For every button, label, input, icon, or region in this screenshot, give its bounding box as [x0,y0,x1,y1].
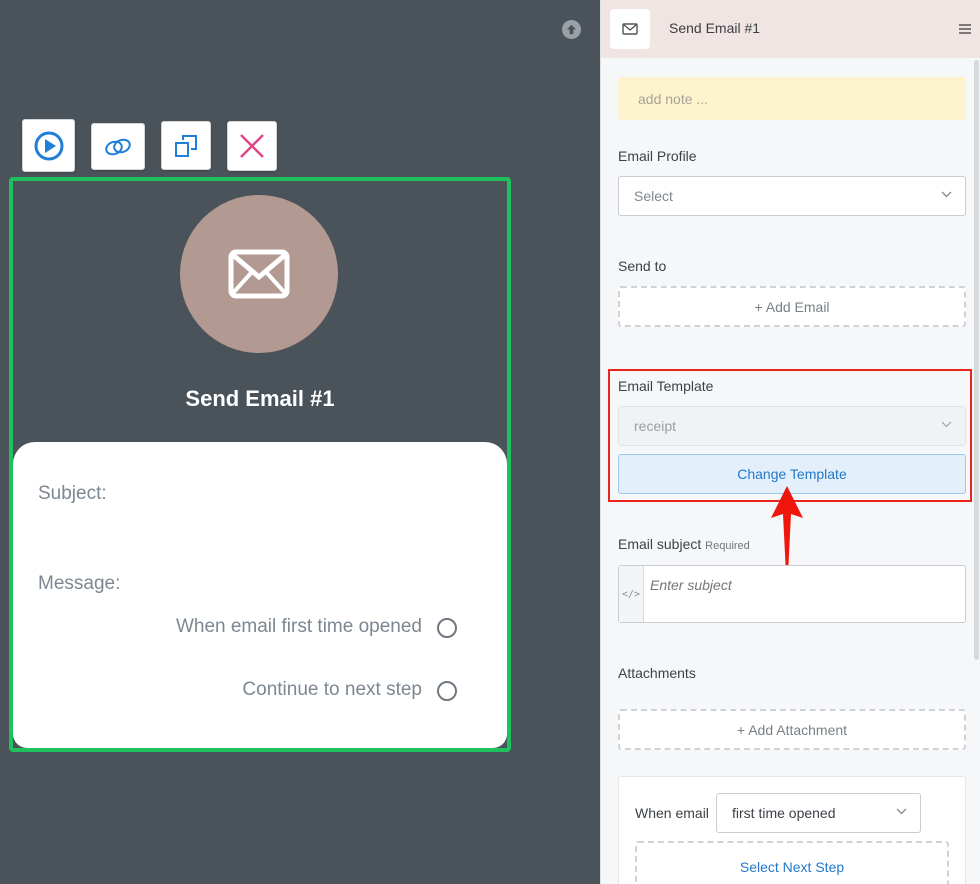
subject-label: Subject: [38,483,107,504]
link-button[interactable] [91,123,145,170]
link-icon [105,138,131,155]
send-to-label: Send to [618,258,667,274]
chevron-down-icon [941,191,952,198]
duplicate-button[interactable] [161,121,211,170]
email-template-label: Email Template [618,378,714,394]
email-profile-value: Select [634,188,673,204]
play-icon [34,131,63,160]
option-continue-connector[interactable] [437,681,457,701]
message-label: Message: [38,573,121,594]
select-next-step-button[interactable]: Select Next Step [635,841,949,884]
envelope-icon [228,249,290,299]
add-attachment-button[interactable]: + Add Attachment [618,709,966,750]
settings-panel: Send Email #1 add note ... Email Profile… [600,0,980,884]
when-condition-card: When email first time opened Select Next… [618,776,966,884]
chevron-down-icon [941,421,952,428]
option-first-opened-connector[interactable] [437,618,457,638]
required-badge: Required [705,540,750,552]
email-template-value: receipt [634,418,677,434]
attachments-label: Attachments [618,665,696,681]
workflow-canvas: Send Email #1 Subject: Message: When ema… [0,0,600,884]
arrow-up-icon[interactable] [562,20,581,39]
add-email-button[interactable]: + Add Email [618,286,966,327]
copy-icon [175,134,197,157]
code-icon[interactable]: </> [619,566,644,622]
subject-input[interactable] [650,577,950,593]
close-icon [240,134,264,158]
chevron-down-icon [896,808,907,815]
email-subject-label-text: Email subject [618,536,702,552]
delete-button[interactable] [227,121,277,171]
email-template-select[interactable]: receipt [618,406,966,446]
note-input[interactable]: add note ... [618,77,966,120]
option-continue-label: Continue to next step [242,679,422,700]
panel-scrollbar[interactable] [974,60,979,660]
email-profile-label: Email Profile [618,148,697,164]
when-email-label: When email [635,805,709,821]
node-avatar [180,195,338,353]
when-email-select[interactable]: first time opened [716,793,921,833]
option-first-opened-label: When email first time opened [175,616,422,637]
email-subject-label: Email subject Required [618,536,750,552]
envelope-icon [610,9,650,49]
email-subject-field[interactable]: </> [618,565,966,623]
email-profile-select[interactable]: Select [618,176,966,216]
node-title: Send Email #1 [185,386,335,411]
send-email-node[interactable]: Send Email #1 Subject: Message: When ema… [9,177,511,752]
node-card: Subject: Message: When email first time … [13,442,507,748]
panel-title: Send Email #1 [669,20,761,36]
panel-header: Send Email #1 [601,0,980,58]
red-arrow-annotation [771,486,803,574]
menu-icon[interactable] [959,22,971,40]
when-email-value: first time opened [732,805,836,821]
run-button[interactable] [22,119,75,172]
